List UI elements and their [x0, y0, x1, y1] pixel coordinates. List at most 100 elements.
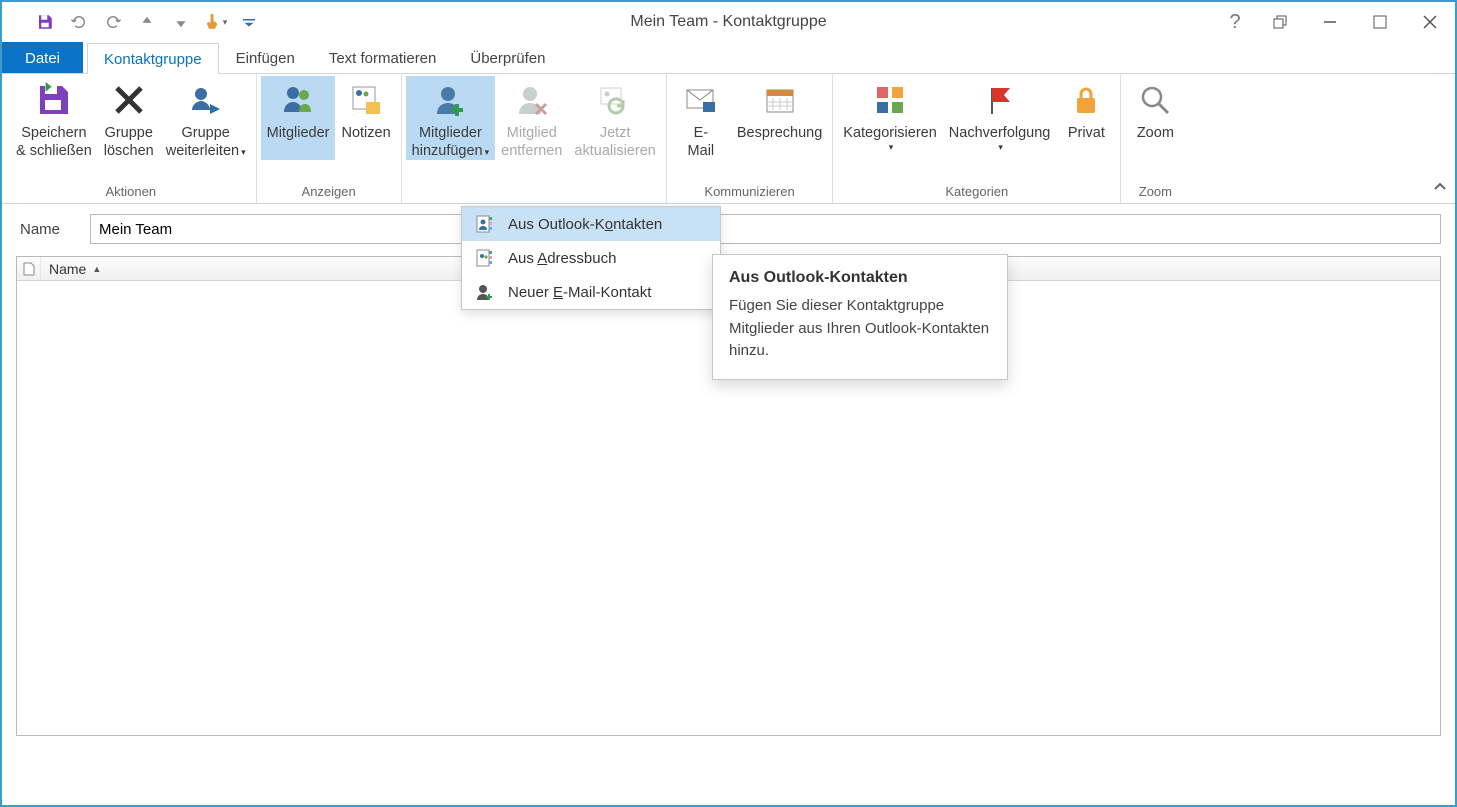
- tab-textformatieren[interactable]: Text formatieren: [312, 42, 454, 73]
- group-label: [406, 182, 662, 203]
- add-members-button[interactable]: Mitglieder hinzufügen▾: [406, 76, 495, 160]
- restore-up-icon: [1273, 15, 1287, 29]
- dropdown-new-email-contact[interactable]: Neuer E-Mail-Kontakt: [462, 275, 720, 309]
- remove-member-icon: [514, 82, 550, 118]
- label: Notizen: [341, 124, 390, 142]
- undo-button[interactable]: [66, 9, 92, 35]
- delete-icon: [111, 82, 147, 118]
- label: Mitglieder: [419, 124, 482, 142]
- qat-customize-icon: [240, 13, 258, 31]
- next-button[interactable]: [168, 9, 194, 35]
- name-column[interactable]: Name ▲: [41, 261, 109, 277]
- touch-mode-button[interactable]: ▾: [202, 9, 228, 35]
- column-label: Name: [49, 261, 86, 277]
- chevron-up-icon: [1433, 180, 1447, 194]
- quick-access-toolbar: ▾: [2, 9, 262, 35]
- new-contact-icon: [475, 282, 495, 302]
- group-zoom: Zoom Zoom: [1121, 74, 1189, 203]
- titlebar: ▾ Mein Team - Kontaktgruppe ?: [2, 2, 1455, 42]
- label: Jetzt: [600, 124, 631, 142]
- categorize-icon: [872, 82, 908, 118]
- label: weiterleiten: [166, 143, 239, 159]
- label-u: A: [537, 250, 547, 267]
- group-aktionen: Speichern & schließen Gruppe löschen Gru…: [6, 74, 257, 203]
- notizen-button[interactable]: Notizen: [335, 76, 396, 160]
- contacts-book-icon: [475, 214, 495, 234]
- label: Mitglied: [507, 124, 557, 142]
- categorize-button[interactable]: Kategorisieren ▾: [837, 76, 943, 153]
- group-kategorien: Kategorisieren ▾ Nachverfolgung ▾ Privat…: [833, 74, 1121, 203]
- group-name-input[interactable]: [90, 214, 1441, 244]
- update-now-button: Jetzt aktualisieren: [568, 76, 661, 160]
- save-close-icon: [36, 82, 72, 118]
- email-icon: [683, 82, 719, 118]
- tooltip: Aus Outlook-Kontakten Fügen Sie dieser K…: [712, 254, 1008, 380]
- label: Nachverfolgung: [949, 124, 1051, 142]
- mitglieder-button[interactable]: Mitglieder: [261, 76, 336, 160]
- chevron-down-icon: ▾: [889, 142, 894, 153]
- followup-button[interactable]: Nachverfolgung ▾: [943, 76, 1057, 153]
- members-icon: [280, 82, 316, 118]
- label: Mitglieder: [267, 124, 330, 142]
- maximize-button[interactable]: [1355, 2, 1405, 42]
- tab-datei[interactable]: Datei: [2, 42, 83, 73]
- group-label: Aktionen: [10, 182, 252, 203]
- close-icon: [1423, 15, 1437, 29]
- label: hinzufügen: [412, 143, 483, 159]
- close-button[interactable]: [1405, 2, 1455, 42]
- name-row: Name: [16, 214, 1441, 244]
- save-and-close-button[interactable]: Speichern & schließen: [10, 76, 98, 160]
- group-label: Kommunizieren: [671, 182, 828, 203]
- redo-button[interactable]: [100, 9, 126, 35]
- tab-kontaktgruppe[interactable]: Kontaktgruppe: [87, 43, 219, 74]
- label: Kategorisieren: [843, 124, 937, 142]
- window: ▾ Mein Team - Kontaktgruppe ? Datei: [0, 0, 1457, 807]
- private-button[interactable]: Privat: [1056, 76, 1116, 160]
- label: Zoom: [1137, 124, 1174, 142]
- tab-ueberpruefen[interactable]: Überprüfen: [453, 42, 562, 73]
- prev-button[interactable]: [134, 9, 160, 35]
- label-post: -Mail-Kontakt: [563, 284, 651, 301]
- lock-icon: [1068, 82, 1104, 118]
- label: E-: [694, 124, 709, 142]
- name-label: Name: [16, 221, 76, 238]
- forward-group-button[interactable]: Gruppe weiterleiten▾: [160, 76, 252, 160]
- forward-group-icon: [188, 82, 224, 118]
- group-kommunizieren: E- Mail Besprechung Kommunizieren: [667, 74, 833, 203]
- help-button[interactable]: ?: [1215, 2, 1255, 42]
- label: Besprechung: [737, 124, 822, 142]
- tab-einfuegen[interactable]: Einfügen: [219, 42, 312, 73]
- meeting-button[interactable]: Besprechung: [731, 76, 828, 160]
- qat-customize-button[interactable]: [236, 9, 262, 35]
- group-label: Kategorien: [837, 182, 1116, 203]
- zoom-icon: [1137, 82, 1173, 118]
- label: löschen: [104, 142, 154, 160]
- maximize-icon: [1373, 15, 1387, 29]
- arrow-up-icon: [138, 13, 156, 31]
- tooltip-title: Aus Outlook-Kontakten: [729, 269, 991, 287]
- minimize-button[interactable]: [1305, 2, 1355, 42]
- label-pre: Aus: [508, 250, 537, 267]
- label-u: o: [605, 216, 613, 233]
- restore-window-button[interactable]: [1255, 2, 1305, 42]
- icon-column[interactable]: [17, 257, 41, 280]
- label-pre: Aus Outlook-K: [508, 216, 605, 233]
- window-title: Mein Team - Kontaktgruppe: [630, 13, 826, 31]
- dropdown-from-addressbook[interactable]: Aus Adressbuch: [462, 241, 720, 275]
- undo-icon: [70, 13, 88, 31]
- label-u: E: [553, 284, 563, 301]
- collapse-ribbon-button[interactable]: [1433, 180, 1447, 197]
- addressbook-icon: [475, 248, 495, 268]
- delete-group-button[interactable]: Gruppe löschen: [98, 76, 160, 160]
- label: aktualisieren: [574, 142, 655, 160]
- zoom-button[interactable]: Zoom: [1125, 76, 1185, 160]
- group-label: Anzeigen: [261, 182, 397, 203]
- page-icon: [23, 262, 35, 276]
- dropdown-from-outlook-contacts[interactable]: Aus Outlook-Kontakten: [462, 207, 720, 241]
- email-button[interactable]: E- Mail: [671, 76, 731, 160]
- flag-icon: [982, 82, 1018, 118]
- save-button[interactable]: [32, 9, 58, 35]
- chevron-down-icon: ▾: [223, 17, 228, 28]
- label: Mail: [688, 142, 715, 160]
- refresh-icon: [597, 82, 633, 118]
